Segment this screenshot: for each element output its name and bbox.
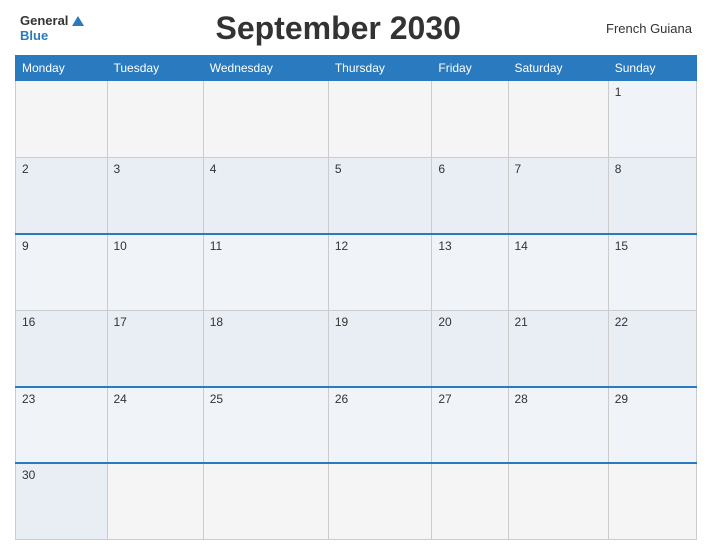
calendar-cell: 23 xyxy=(16,387,108,464)
calendar-cell: 8 xyxy=(608,157,696,234)
day-number: 4 xyxy=(210,162,217,176)
day-number: 12 xyxy=(335,239,348,253)
day-number: 16 xyxy=(22,315,35,329)
calendar-cell: 24 xyxy=(107,387,203,464)
day-number: 15 xyxy=(615,239,628,253)
calendar-cell: 21 xyxy=(508,310,608,387)
calendar-cell: 20 xyxy=(432,310,508,387)
calendar-cell xyxy=(203,463,328,540)
calendar-cell: 29 xyxy=(608,387,696,464)
calendar-cell: 18 xyxy=(203,310,328,387)
calendar-cell: 7 xyxy=(508,157,608,234)
calendar-row: 30 xyxy=(16,463,697,540)
calendar-cell: 22 xyxy=(608,310,696,387)
calendar-row: 23 24 25 26 27 28 29 xyxy=(16,387,697,464)
day-number: 6 xyxy=(438,162,445,176)
calendar-cell: 10 xyxy=(107,234,203,311)
day-number: 19 xyxy=(335,315,348,329)
calendar-cell xyxy=(508,81,608,158)
calendar-cell: 25 xyxy=(203,387,328,464)
logo-triangle-icon xyxy=(72,16,84,26)
calendar-cell: 11 xyxy=(203,234,328,311)
calendar-cell: 4 xyxy=(203,157,328,234)
calendar-row: 9 10 11 12 13 14 15 xyxy=(16,234,697,311)
col-header-monday: Monday xyxy=(16,56,108,81)
col-header-wednesday: Wednesday xyxy=(203,56,328,81)
calendar-title: September 2030 xyxy=(84,10,592,47)
calendar-cell xyxy=(432,463,508,540)
calendar-cell xyxy=(508,463,608,540)
header: General Blue September 2030 French Guian… xyxy=(15,10,697,47)
day-number: 29 xyxy=(615,392,628,406)
calendar-cell: 12 xyxy=(328,234,432,311)
day-number: 23 xyxy=(22,392,35,406)
calendar-table: MondayTuesdayWednesdayThursdayFridaySatu… xyxy=(15,55,697,540)
day-number: 5 xyxy=(335,162,342,176)
header-row: MondayTuesdayWednesdayThursdayFridaySatu… xyxy=(16,56,697,81)
calendar-cell: 27 xyxy=(432,387,508,464)
calendar-cell: 9 xyxy=(16,234,108,311)
day-number: 30 xyxy=(22,468,35,482)
calendar-cell xyxy=(432,81,508,158)
calendar-cell xyxy=(328,81,432,158)
day-number: 17 xyxy=(114,315,127,329)
calendar-row: 1 xyxy=(16,81,697,158)
col-header-tuesday: Tuesday xyxy=(107,56,203,81)
day-number: 3 xyxy=(114,162,121,176)
day-number: 10 xyxy=(114,239,127,253)
calendar-cell: 5 xyxy=(328,157,432,234)
day-number: 24 xyxy=(114,392,127,406)
day-number: 18 xyxy=(210,315,223,329)
calendar-cell: 28 xyxy=(508,387,608,464)
calendar-cell: 6 xyxy=(432,157,508,234)
col-header-saturday: Saturday xyxy=(508,56,608,81)
calendar-wrapper: General Blue September 2030 French Guian… xyxy=(0,0,712,550)
day-number: 1 xyxy=(615,85,622,99)
day-number: 14 xyxy=(515,239,528,253)
col-header-sunday: Sunday xyxy=(608,56,696,81)
day-number: 22 xyxy=(615,315,628,329)
day-number: 2 xyxy=(22,162,29,176)
day-number: 27 xyxy=(438,392,451,406)
day-number: 9 xyxy=(22,239,29,253)
calendar-cell xyxy=(608,463,696,540)
calendar-cell xyxy=(328,463,432,540)
region-label: French Guiana xyxy=(592,21,692,36)
logo: General Blue xyxy=(20,14,84,43)
calendar-cell: 3 xyxy=(107,157,203,234)
calendar-row: 16 17 18 19 20 21 22 xyxy=(16,310,697,387)
day-number: 28 xyxy=(515,392,528,406)
day-number: 20 xyxy=(438,315,451,329)
calendar-cell xyxy=(107,81,203,158)
calendar-cell: 30 xyxy=(16,463,108,540)
calendar-cell: 13 xyxy=(432,234,508,311)
calendar-cell: 19 xyxy=(328,310,432,387)
logo-general-text: General xyxy=(20,14,68,28)
calendar-cell: 15 xyxy=(608,234,696,311)
day-number: 26 xyxy=(335,392,348,406)
calendar-cell xyxy=(107,463,203,540)
calendar-row: 2 3 4 5 6 7 8 xyxy=(16,157,697,234)
calendar-cell: 17 xyxy=(107,310,203,387)
calendar-cell: 14 xyxy=(508,234,608,311)
logo-blue-text: Blue xyxy=(20,29,48,43)
day-number: 7 xyxy=(515,162,522,176)
calendar-cell: 2 xyxy=(16,157,108,234)
day-number: 11 xyxy=(210,239,222,253)
calendar-cell xyxy=(203,81,328,158)
col-header-thursday: Thursday xyxy=(328,56,432,81)
calendar-cell: 1 xyxy=(608,81,696,158)
calendar-cell xyxy=(16,81,108,158)
calendar-cell: 16 xyxy=(16,310,108,387)
day-number: 25 xyxy=(210,392,223,406)
day-number: 13 xyxy=(438,239,451,253)
calendar-cell: 26 xyxy=(328,387,432,464)
day-number: 8 xyxy=(615,162,622,176)
day-number: 21 xyxy=(515,315,528,329)
col-header-friday: Friday xyxy=(432,56,508,81)
